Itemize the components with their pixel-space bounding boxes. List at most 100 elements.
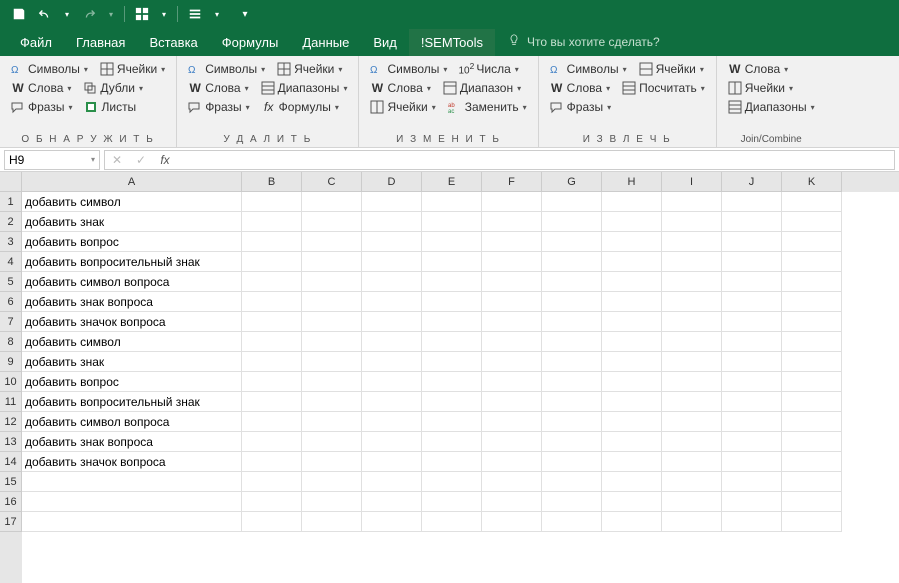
row-header[interactable]: 8 bbox=[0, 332, 22, 352]
cell[interactable] bbox=[422, 272, 482, 292]
select-all-corner[interactable] bbox=[0, 172, 22, 192]
cell[interactable] bbox=[302, 372, 362, 392]
cell[interactable] bbox=[602, 232, 662, 252]
cell[interactable] bbox=[362, 352, 422, 372]
cell[interactable] bbox=[782, 332, 842, 352]
cell[interactable] bbox=[362, 212, 422, 232]
cell[interactable] bbox=[482, 372, 542, 392]
cell[interactable] bbox=[422, 212, 482, 232]
column-header[interactable]: I bbox=[662, 172, 722, 192]
cell[interactable] bbox=[662, 492, 722, 512]
column-header[interactable]: J bbox=[722, 172, 782, 192]
cell[interactable] bbox=[242, 252, 302, 272]
cell[interactable] bbox=[362, 192, 422, 212]
cell[interactable] bbox=[362, 252, 422, 272]
cell[interactable] bbox=[722, 372, 782, 392]
undo-icon[interactable] bbox=[36, 5, 54, 23]
cell[interactable] bbox=[542, 332, 602, 352]
extract-phrases-button[interactable]: Фразы▾ bbox=[545, 98, 616, 116]
cell[interactable] bbox=[362, 492, 422, 512]
delete-words-button[interactable]: WСлова▾ bbox=[183, 79, 253, 97]
cell[interactable] bbox=[722, 312, 782, 332]
cell[interactable] bbox=[602, 192, 662, 212]
join-cells-button[interactable]: Ячейки▾ bbox=[723, 79, 820, 97]
cell[interactable] bbox=[662, 272, 722, 292]
cell[interactable] bbox=[542, 292, 602, 312]
cell[interactable] bbox=[362, 272, 422, 292]
cell[interactable] bbox=[722, 252, 782, 272]
cell[interactable] bbox=[542, 232, 602, 252]
cell[interactable] bbox=[422, 472, 482, 492]
cell[interactable] bbox=[422, 312, 482, 332]
row-header[interactable]: 3 bbox=[0, 232, 22, 252]
redo-icon[interactable] bbox=[80, 5, 98, 23]
cell[interactable] bbox=[602, 392, 662, 412]
cell[interactable] bbox=[242, 492, 302, 512]
cell[interactable] bbox=[782, 212, 842, 232]
cell[interactable] bbox=[542, 192, 602, 212]
cell[interactable] bbox=[302, 392, 362, 412]
extract-count-button[interactable]: Посчитать▾ bbox=[617, 79, 710, 97]
column-header[interactable]: K bbox=[782, 172, 842, 192]
cell[interactable] bbox=[302, 312, 362, 332]
cell[interactable] bbox=[242, 432, 302, 452]
detect-symbols-button[interactable]: ΩСимволы▾ bbox=[6, 60, 93, 78]
cell[interactable] bbox=[782, 192, 842, 212]
cell[interactable] bbox=[482, 232, 542, 252]
column-header[interactable]: G bbox=[542, 172, 602, 192]
cell[interactable] bbox=[602, 352, 662, 372]
detect-dubli-button[interactable]: Дубли▾ bbox=[78, 79, 148, 97]
cell[interactable] bbox=[302, 412, 362, 432]
settings-icon[interactable] bbox=[186, 5, 204, 23]
cell[interactable] bbox=[302, 512, 362, 532]
cell[interactable] bbox=[602, 312, 662, 332]
cell[interactable] bbox=[482, 252, 542, 272]
cell[interactable] bbox=[482, 472, 542, 492]
cell[interactable] bbox=[722, 332, 782, 352]
cell[interactable]: добавить символ вопроса bbox=[22, 412, 242, 432]
cell[interactable] bbox=[602, 252, 662, 272]
row-header[interactable]: 7 bbox=[0, 312, 22, 332]
cell[interactable]: добавить значок вопроса bbox=[22, 452, 242, 472]
cell[interactable] bbox=[242, 372, 302, 392]
cell[interactable] bbox=[782, 452, 842, 472]
cell[interactable] bbox=[602, 272, 662, 292]
app-icon[interactable] bbox=[133, 5, 151, 23]
cell[interactable]: добавить символ bbox=[22, 332, 242, 352]
cell[interactable]: добавить значок вопроса bbox=[22, 312, 242, 332]
row-header[interactable]: 14 bbox=[0, 452, 22, 472]
cell[interactable] bbox=[722, 472, 782, 492]
cell[interactable] bbox=[782, 292, 842, 312]
row-header[interactable]: 9 bbox=[0, 352, 22, 372]
cell[interactable] bbox=[482, 412, 542, 432]
delete-formulas-button[interactable]: fxФормулы▾ bbox=[257, 98, 344, 116]
cell[interactable] bbox=[422, 412, 482, 432]
row-header[interactable]: 13 bbox=[0, 432, 22, 452]
cell[interactable] bbox=[242, 452, 302, 472]
column-header[interactable]: H bbox=[602, 172, 662, 192]
cell[interactable] bbox=[602, 212, 662, 232]
join-words-button[interactable]: WСлова▾ bbox=[723, 60, 820, 78]
delete-cells-button[interactable]: Ячейки▾ bbox=[272, 60, 347, 78]
delete-ranges-button[interactable]: Диапазоны▾ bbox=[256, 79, 353, 97]
row-header[interactable]: 6 bbox=[0, 292, 22, 312]
cell[interactable] bbox=[662, 352, 722, 372]
cell[interactable] bbox=[422, 232, 482, 252]
cell[interactable] bbox=[602, 292, 662, 312]
cell[interactable] bbox=[602, 452, 662, 472]
tab-file[interactable]: Файл bbox=[8, 29, 64, 56]
cell[interactable]: добавить символ вопроса bbox=[22, 272, 242, 292]
cell[interactable] bbox=[722, 512, 782, 532]
cell[interactable]: добавить знак bbox=[22, 212, 242, 232]
cell[interactable] bbox=[482, 192, 542, 212]
cell[interactable] bbox=[242, 272, 302, 292]
cell[interactable] bbox=[662, 392, 722, 412]
cell[interactable] bbox=[362, 452, 422, 472]
cell[interactable] bbox=[422, 352, 482, 372]
cell[interactable] bbox=[722, 452, 782, 472]
cell[interactable] bbox=[242, 312, 302, 332]
cell[interactable] bbox=[362, 312, 422, 332]
cell[interactable] bbox=[782, 252, 842, 272]
detect-phrases-button[interactable]: Фразы▾ bbox=[6, 98, 77, 116]
cell[interactable] bbox=[362, 512, 422, 532]
